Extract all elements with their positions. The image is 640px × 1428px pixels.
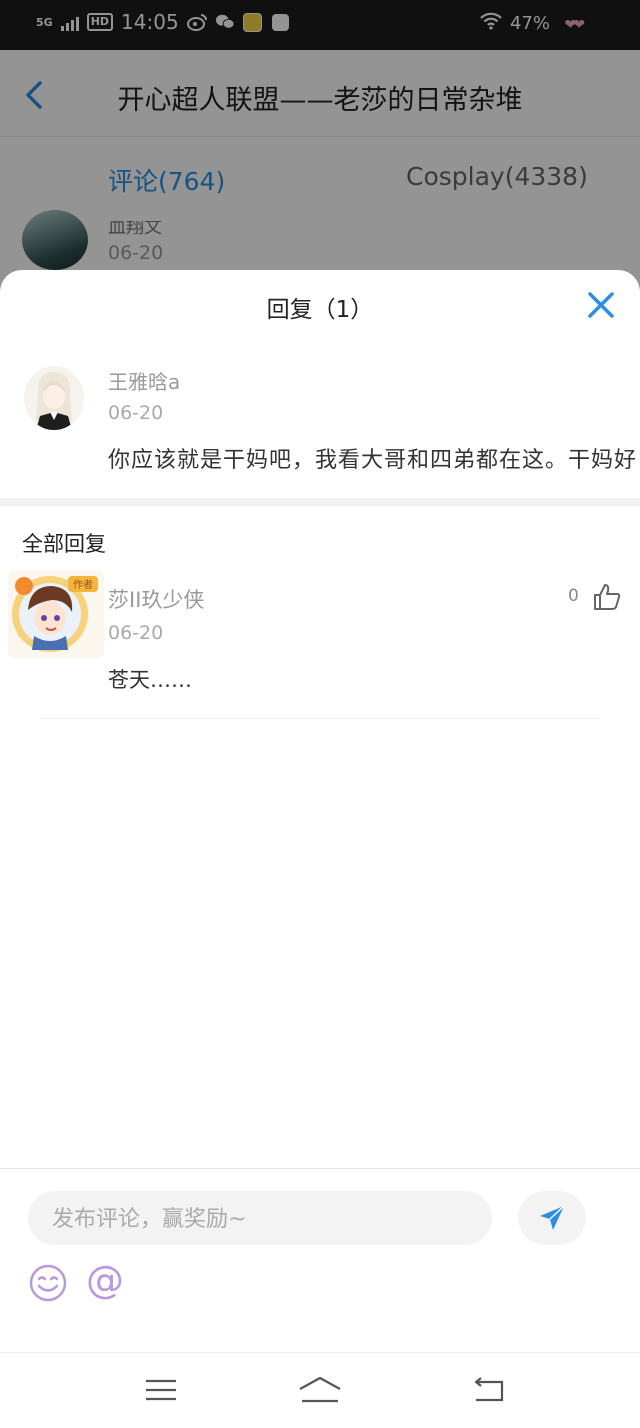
- comment-text: 你应该就是干妈吧，我看大哥和四弟都在这。干妈好: [108, 448, 638, 473]
- comment-input-wrapper[interactable]: [28, 1191, 492, 1247]
- comment-input[interactable]: [50, 1191, 474, 1247]
- reply-text: 苍天……: [108, 668, 192, 692]
- back-icon[interactable]: [472, 1375, 506, 1405]
- mention-button[interactable]: @: [86, 1255, 124, 1305]
- home-icon[interactable]: [298, 1375, 342, 1405]
- row-divider: [40, 718, 600, 719]
- like-count: 0: [568, 586, 579, 606]
- avatar[interactable]: [24, 366, 84, 430]
- comment-author[interactable]: 王雅晗a: [108, 366, 180, 395]
- divider: [0, 498, 640, 506]
- send-button[interactable]: [518, 1191, 586, 1245]
- avatar[interactable]: 作者: [8, 570, 104, 658]
- comment-composer: @: [0, 1168, 640, 1351]
- section-label: 全部回复: [22, 532, 106, 556]
- send-icon: [540, 1205, 565, 1230]
- author-badge: 作者: [73, 579, 93, 591]
- system-nav-bar: [0, 1352, 640, 1428]
- comment-date: 06-20: [108, 402, 164, 424]
- reply-date: 06-20: [108, 622, 164, 644]
- close-icon[interactable]: [586, 290, 616, 320]
- thumbs-up-icon[interactable]: [592, 582, 622, 612]
- reply-author[interactable]: 莎II玖少侠: [108, 584, 204, 614]
- emoji-icon[interactable]: [28, 1263, 68, 1303]
- menu-icon[interactable]: [144, 1375, 178, 1405]
- sheet-title: 回复（1）: [266, 297, 374, 323]
